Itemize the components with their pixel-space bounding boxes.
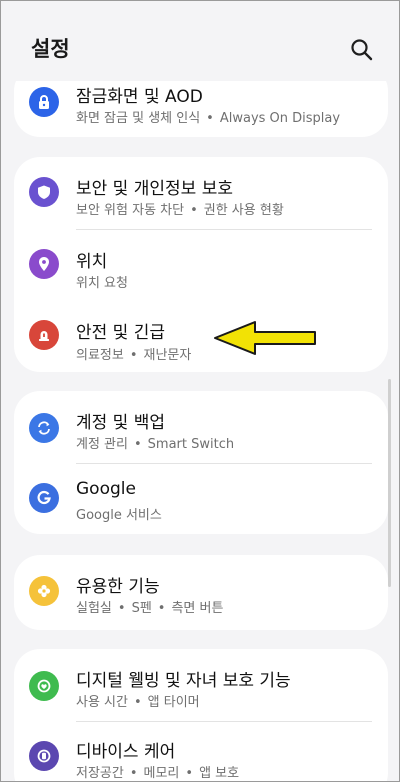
menu-item-subtitle: 사용 시간 • 앱 타이머	[76, 695, 200, 710]
menu-item-digital-wellbeing[interactable]: 디지털 웰빙 및 자녀 보호 기능 사용 시간 • 앱 타이머	[14, 649, 388, 721]
menu-item-subtitle: Google 서비스	[76, 508, 162, 523]
menu-item-title: 보안 및 개인정보 보호	[76, 179, 233, 199]
menu-item-subtitle: 저장공간 • 메모리 • 앱 보호	[76, 766, 240, 781]
menu-item-subtitle: 실험실 • S펜 • 측면 버튼	[76, 601, 224, 616]
menu-item-title: 위치	[76, 252, 108, 272]
menu-item-safety-emergency[interactable]: 안전 및 긴급 의료정보 • 재난문자	[14, 302, 388, 372]
menu-item-subtitle: 의료정보 • 재난문자	[76, 348, 192, 363]
menu-item-subtitle: 계정 관리 • Smart Switch	[76, 437, 235, 452]
menu-item-accounts-backup[interactable]: 계정 및 백업 계정 관리 • Smart Switch	[14, 391, 388, 463]
menu-item-advanced-features[interactable]: 유용한 기능 실험실 • S펜 • 측면 버튼	[14, 555, 388, 630]
menu-item-subtitle: 위치 요청	[76, 276, 128, 291]
yellow-arrow-annotation	[214, 321, 316, 355]
shield-icon	[29, 177, 59, 207]
location-pin-icon	[29, 249, 59, 279]
lock-icon	[29, 87, 59, 117]
security-card: 보안 및 개인정보 보호 보안 위험 자동 차단 • 권한 사용 현황 위치 위치 …	[14, 157, 388, 372]
google-icon	[29, 483, 59, 513]
search-icon	[351, 39, 373, 61]
menu-item-title: 디바이스 케어	[76, 742, 176, 762]
emergency-light-icon	[29, 320, 59, 350]
header-bar: 설정	[1, 1, 399, 81]
menu-item-title: 잠금화면 및 AOD	[76, 87, 203, 107]
menu-item-google[interactable]: Google Google 서비스	[14, 464, 388, 534]
accounts-card: 계정 및 백업 계정 관리 • Smart Switch Google Google…	[14, 391, 388, 534]
sync-icon	[29, 413, 59, 443]
page-title: 설정	[31, 37, 70, 61]
menu-item-title: 디지털 웰빙 및 자녀 보호 기능	[76, 671, 291, 691]
menu-item-title: 유용한 기능	[76, 577, 160, 597]
wellbeing-card: 디지털 웰빙 및 자녀 보호 기능 사용 시간 • 앱 타이머 디바이스 케어 저장…	[14, 649, 388, 781]
menu-item-title: 계정 및 백업	[76, 413, 166, 433]
puzzle-icon	[29, 576, 59, 606]
menu-item-subtitle: 화면 잠금 및 생체 인식 • Always On Display	[76, 111, 341, 126]
menu-item-location[interactable]: 위치 위치 요청	[14, 230, 388, 302]
menu-item-subtitle: 보안 위험 자동 차단 • 권한 사용 현황	[76, 203, 284, 218]
advanced-features-card: 유용한 기능 실험실 • S펜 • 측면 버튼	[14, 555, 388, 630]
menu-item-title: Google	[76, 479, 136, 499]
device-care-icon	[29, 741, 59, 771]
settings-screen: 잠금화면 및 AOD 화면 잠금 및 생체 인식 • Always On Displ…	[0, 0, 400, 782]
wellbeing-icon	[29, 671, 59, 701]
search-button[interactable]	[349, 37, 375, 63]
menu-item-device-care[interactable]: 디바이스 케어 저장공간 • 메모리 • 앱 보호	[14, 722, 388, 781]
menu-item-security-privacy[interactable]: 보안 및 개인정보 보호 보안 위험 자동 차단 • 권한 사용 현황	[14, 157, 388, 229]
menu-item-title: 안전 및 긴급	[76, 323, 166, 343]
scrollbar[interactable]	[388, 379, 391, 587]
